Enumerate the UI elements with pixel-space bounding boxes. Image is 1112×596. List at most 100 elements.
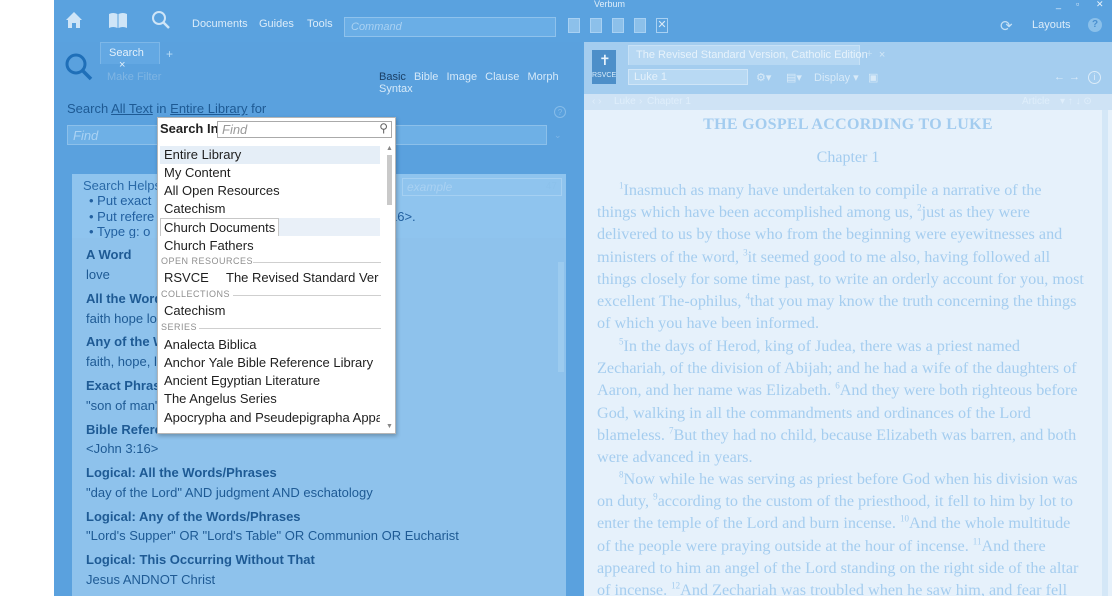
search-library-dropdown[interactable]: Entire Library (170, 101, 247, 116)
examples-scrollbar[interactable] (558, 262, 564, 372)
dropdown-find-input[interactable]: Find ⚲ (217, 121, 392, 138)
section-label-collections: COLLECTIONS (161, 289, 381, 301)
dropdown-scrollbar[interactable]: ▲ ▼ (386, 145, 393, 432)
documents-link[interactable]: Documents (192, 18, 248, 30)
find-history-chevron-icon[interactable]: ⌄ (554, 130, 562, 141)
search-all-text-dropdown[interactable]: All Text (111, 101, 153, 116)
dropdown-item[interactable]: Anchor Yale Bible Reference Library (160, 354, 380, 372)
example-heading: Logical: All the Words/Phrases (86, 465, 277, 480)
tab-search-label: Search (109, 47, 144, 59)
layout-two-icon[interactable] (590, 18, 602, 33)
dropdown-item[interactable]: Catechism (160, 200, 380, 218)
forward-arrow-icon[interactable]: → (1069, 71, 1080, 83)
search-help-icon[interactable]: ? (554, 106, 566, 118)
dropdown-list: Entire Library My Content All Open Resou… (158, 145, 386, 434)
tab-syntax[interactable]: Syntax (379, 83, 413, 95)
reader-scrollbar[interactable] (1102, 110, 1108, 596)
tab-bible[interactable]: Bible (414, 71, 438, 83)
article-nav-icons[interactable]: ▾ ↑ ↓ ⊙ (1060, 96, 1092, 107)
add-tab-button[interactable]: + (166, 47, 173, 61)
close-tab-icon[interactable]: × (879, 49, 885, 61)
tab-rsvce[interactable]: The Revised Standard Version, Catholic E… (628, 45, 885, 65)
search-type-tabs: Basic Bible Image Clause Morph Syntax (379, 71, 582, 95)
tab-search[interactable]: Search × (100, 42, 160, 71)
scroll-thumb[interactable] (387, 155, 392, 205)
visual-filter-icon[interactable]: ⚙▾ (756, 71, 771, 84)
reference-input[interactable]: Luke 1 (628, 69, 748, 85)
search-panel-icon (64, 52, 94, 82)
dropdown-header: Search In Find ⚲ (158, 118, 395, 140)
dropdown-item-label: Church Documents (160, 218, 280, 236)
scroll-up-icon[interactable]: ▲ (386, 145, 393, 152)
layout-three-icon[interactable] (612, 18, 624, 33)
crumb-back-icon[interactable]: ‹ › (592, 96, 601, 107)
display-menu[interactable]: Display ▾ (814, 71, 859, 84)
layout-four-icon[interactable] (634, 18, 646, 33)
example-value[interactable]: faith, hope, lo (86, 354, 164, 369)
breadcrumb-book[interactable]: Luke (614, 96, 636, 107)
reader-toolbar: ✝ RSVCE The Revised Standard Version, Ca… (584, 42, 1112, 94)
dropdown-item[interactable]: My Content (160, 164, 380, 182)
chapter-title: Chapter 1 (816, 149, 880, 166)
dropdown-item[interactable]: Entire Library (160, 146, 380, 164)
example-value[interactable]: faith hope lov (86, 311, 163, 326)
close-tab-icon[interactable]: × (119, 59, 125, 71)
title-bar: Verbum _ ▫ ✕ (54, 0, 1112, 10)
dropdown-item[interactable]: The Angelus Series (160, 390, 380, 408)
guides-link[interactable]: Guides (259, 18, 294, 30)
tab-clause[interactable]: Clause (485, 71, 519, 83)
add-tab-button[interactable]: + (866, 48, 872, 60)
dropdown-item[interactable]: Church Fathers (160, 237, 380, 255)
example-value[interactable]: <John 3:16> (86, 441, 158, 456)
tab-basic[interactable]: Basic (379, 71, 406, 83)
layout-single-icon[interactable] (568, 18, 580, 33)
dropdown-item[interactable]: Catechism (160, 302, 380, 320)
example-value[interactable]: "son of man" (86, 398, 160, 413)
close-window-button[interactable]: ✕ (1096, 0, 1104, 10)
tab-morph[interactable]: Morph (527, 71, 558, 83)
resource-icon[interactable]: ✝ RSVCE (592, 50, 616, 84)
example-value[interactable]: "day of the Lord" AND judgment AND escha… (86, 485, 373, 500)
example-filter-input[interactable]: example 47 (402, 178, 562, 196)
panel-menu-icon[interactable]: ▤▾ (786, 71, 802, 84)
dropdown-item[interactable]: Analecta Biblica (160, 336, 380, 354)
dropdown-find-placeholder: Find (222, 122, 248, 137)
make-filter-link[interactable]: Make Filter (107, 71, 161, 83)
scroll-down-icon[interactable]: ▼ (386, 423, 393, 430)
example-value[interactable]: love (86, 267, 110, 282)
dropdown-item[interactable]: All Open Resources (160, 182, 380, 200)
close-panels-icon[interactable]: ✕ (656, 18, 668, 33)
help-bullet-text: Put refere (97, 209, 155, 224)
example-heading: Exact Phrase (86, 378, 168, 393)
restore-button[interactable]: ▫ (1076, 0, 1079, 9)
article-menu[interactable]: Article (1022, 96, 1050, 107)
sync-icon[interactable]: ⟳ (1000, 17, 1013, 35)
dropdown-item[interactable]: Apocrypha and Pseudepigrapha Appa… (160, 409, 380, 427)
back-arrow-icon[interactable]: ← (1054, 71, 1065, 83)
tools-link[interactable]: Tools (307, 18, 333, 30)
display-label: Display (814, 72, 851, 84)
search-in-word: in (156, 101, 167, 116)
dropdown-item[interactable]: Ancient Egyptian Literature (160, 372, 380, 390)
help-icon[interactable]: ? (1088, 18, 1102, 32)
example-value[interactable]: "Lord's Supper" OR "Lord's Table" OR Com… (86, 528, 459, 543)
help-bullet: • Put refere (89, 209, 155, 224)
home-icon[interactable] (62, 10, 86, 34)
command-input[interactable]: Command (344, 17, 556, 37)
minimize-button[interactable]: _ (1056, 0, 1061, 9)
verse-number[interactable]: 12 (671, 581, 680, 591)
search-icon[interactable] (149, 10, 173, 34)
info-icon[interactable]: i (1088, 71, 1101, 84)
paragraph: 8Now while he was serving as priest befo… (597, 468, 1085, 596)
verse-number[interactable]: 10 (900, 514, 909, 524)
dropdown-item[interactable]: Church Documents (160, 218, 380, 236)
tab-image[interactable]: Image (447, 71, 478, 83)
divider (199, 328, 381, 329)
print-icon[interactable]: ▣ (868, 71, 878, 84)
dropdown-item-resource[interactable]: RSVCE The Revised Standard Ver… (160, 269, 380, 287)
layouts-menu[interactable]: Layouts (1032, 19, 1071, 31)
library-icon[interactable] (106, 10, 130, 34)
breadcrumb-chapter[interactable]: Chapter 1 (647, 96, 691, 107)
example-heading: A Word (86, 247, 132, 262)
example-value[interactable]: Jesus ANDNOT Christ (86, 572, 215, 587)
